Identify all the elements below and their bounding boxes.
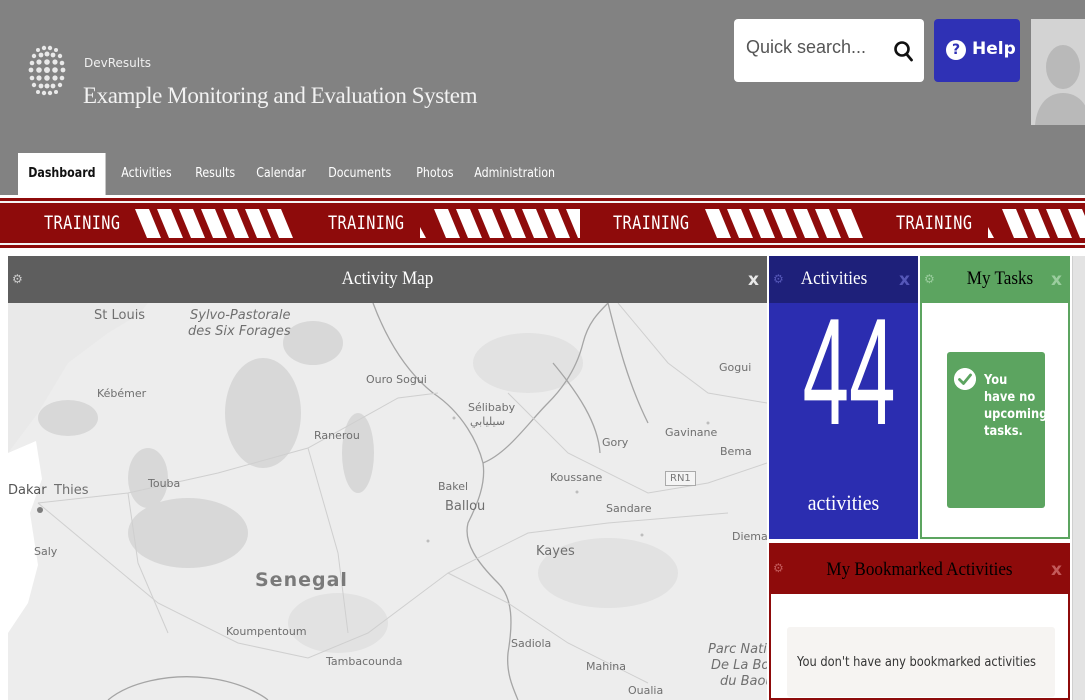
activities-widget[interactable]: ⚙ Activities x 44 activities	[769, 256, 918, 539]
hazard-stripes	[705, 209, 863, 238]
my-tasks-header: ⚙ My Tasks x	[920, 256, 1070, 303]
tab-dashboard[interactable]: Dashboard	[18, 153, 106, 195]
map-label: De La Bou	[711, 658, 767, 673]
search-icon[interactable]	[892, 39, 916, 63]
main-nav: Dashboard Activities Results Calendar Do…	[18, 153, 573, 195]
map-label: Sélibaby	[468, 401, 516, 414]
map-country-label: Senegal	[255, 569, 348, 591]
map-label: Bakel	[438, 480, 469, 493]
map-label: Parc Natio	[708, 642, 767, 657]
bookmarked-activities-widget: ⚙ My Bookmarked Activities x You don't h…	[769, 543, 1070, 700]
map-label: Sadiola	[511, 637, 552, 650]
help-label: Help	[972, 39, 1016, 59]
app-header: DevResults Example Monitoring and Evalua…	[0, 0, 1085, 197]
training-label: TRAINING	[613, 212, 690, 234]
tab-documents[interactable]: Documents	[318, 153, 401, 195]
gear-icon[interactable]: ⚙	[12, 273, 24, 285]
bookmarked-activities-header: ⚙ My Bookmarked Activities x	[769, 543, 1070, 594]
map-label: Dakar	[8, 483, 47, 498]
search-input[interactable]	[746, 37, 886, 58]
activity-map-panel: ⚙ Activity Map x St Louis Sylvo-Pastoral…	[8, 256, 767, 700]
map-label: Ranerou	[314, 429, 360, 442]
map-label: Saly	[34, 545, 58, 558]
no-tasks-text: You have no upcoming tasks.	[984, 372, 1048, 439]
activity-map-title: Activity Map	[341, 268, 434, 289]
activity-map[interactable]: St Louis Sylvo-Pastorale des Six Forages…	[8, 303, 767, 700]
training-label: TRAINING	[896, 212, 973, 234]
hazard-stripes	[420, 209, 580, 238]
help-button[interactable]: ? Help	[934, 19, 1020, 82]
map-label: Thies	[54, 483, 89, 498]
road-badge: RN1	[665, 471, 696, 486]
map-label: Gogui	[719, 361, 752, 374]
tab-administration[interactable]: Administration	[464, 153, 565, 195]
map-label: Bema	[720, 445, 752, 458]
map-label: Touba	[148, 477, 181, 490]
close-icon[interactable]: x	[1051, 270, 1062, 290]
activities-count: 44	[802, 287, 896, 457]
user-avatar[interactable]	[1031, 19, 1085, 125]
map-label: Koumpentoum	[226, 625, 307, 638]
map-label: Tambacounda	[326, 655, 403, 668]
no-tasks-message: You have no upcoming tasks.	[947, 352, 1048, 508]
map-label: Oualia	[628, 684, 664, 697]
question-circle-icon: ?	[946, 40, 966, 60]
training-banner: TRAINING TRAINING TRAINING TRAINING	[0, 198, 1085, 248]
bookmarks-empty-text: You don't have any bookmarked activities	[797, 655, 1036, 670]
close-icon[interactable]: x	[899, 270, 910, 290]
app-name: DevResults	[84, 56, 152, 70]
map-label: Ballou	[445, 499, 486, 514]
devresults-logo-icon[interactable]	[26, 40, 68, 120]
map-label: Diema	[732, 530, 767, 543]
tab-calendar[interactable]: Calendar	[246, 153, 316, 195]
map-label: des Six Forages	[188, 324, 291, 339]
map-label: Kayes	[536, 544, 575, 559]
map-label: سيليابي	[470, 415, 506, 428]
close-icon[interactable]: x	[1051, 560, 1062, 580]
map-label: Sandare	[606, 502, 652, 515]
map-label: Mahina	[586, 660, 626, 673]
activities-unit: activities	[807, 490, 880, 515]
quick-search	[734, 19, 924, 82]
person-silhouette-icon	[1031, 19, 1085, 125]
hazard-stripes	[135, 209, 293, 238]
tab-activities[interactable]: Activities	[111, 153, 182, 195]
gear-icon[interactable]: ⚙	[924, 273, 936, 285]
check-circle-icon	[954, 368, 976, 390]
map-label: Gavinane	[665, 426, 718, 439]
map-label: Kébémer	[97, 387, 147, 400]
training-label: TRAINING	[328, 212, 405, 234]
activity-map-header: ⚙ Activity Map x	[8, 256, 767, 303]
bookmarks-empty-state: You don't have any bookmarked activities	[787, 627, 1055, 697]
tab-photos[interactable]: Photos	[406, 153, 464, 195]
map-label: Ouro Sogui	[366, 373, 427, 386]
tab-results[interactable]: Results	[185, 153, 245, 195]
training-label: TRAINING	[44, 212, 121, 234]
app-title[interactable]: Example Monitoring and Evaluation System	[83, 83, 478, 109]
map-background	[8, 303, 767, 700]
map-label: Gory	[602, 436, 629, 449]
my-tasks-widget: ⚙ My Tasks x You have no upcoming tasks.	[920, 256, 1070, 539]
map-label: St Louis	[94, 308, 146, 323]
map-label: du Baoul	[720, 674, 767, 689]
page-scroll-area[interactable]	[1072, 256, 1085, 700]
map-label: Koussane	[550, 471, 603, 484]
hazard-stripes	[988, 209, 1085, 238]
bookmarked-activities-title: My Bookmarked Activities	[826, 559, 1013, 580]
close-icon[interactable]: x	[748, 270, 759, 290]
map-label: Sylvo-Pastorale	[190, 308, 291, 323]
my-tasks-title: My Tasks	[966, 268, 1034, 289]
